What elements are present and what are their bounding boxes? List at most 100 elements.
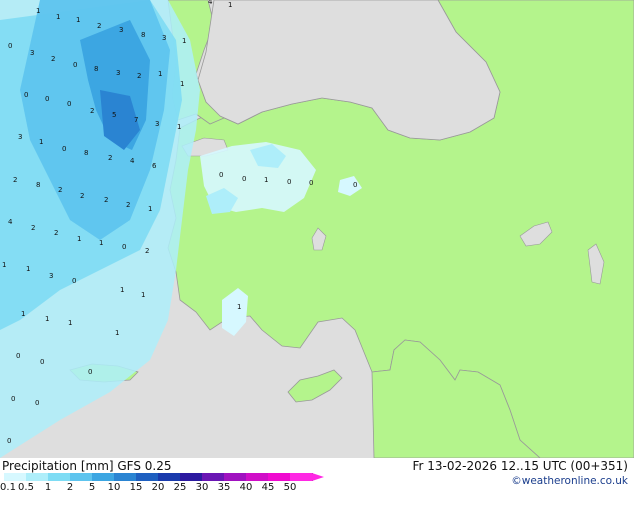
colorbar-tick-label: 40: [239, 482, 253, 493]
precip-value-label: 0: [62, 145, 66, 153]
precip-value-label: 4: [208, 0, 213, 6]
precip-value-label: 6: [152, 162, 157, 170]
forecast-datetime: Fr 13-02-2026 12..15 UTC (00+351): [412, 459, 628, 473]
precip-value-label: 1: [120, 286, 124, 294]
colorbar-segment: [48, 473, 71, 481]
precip-value-label: 5: [112, 111, 116, 119]
precip-value-label: 1: [21, 310, 25, 318]
precip-value-label: 1: [237, 303, 241, 311]
precip-value-label: 7: [134, 116, 138, 124]
precip-value-label: 1: [177, 123, 181, 131]
precip-value-label: 1: [264, 176, 268, 184]
precip-value-label: 1: [148, 205, 152, 213]
map-canvas: 1 1 1 2 3 8 3 1 4 1 0 3 2 0 8 3 2 1 1 0 0 0 2 5 7 3 1 3 1 0 8 2 4 6 2 8 2 2 2 2…: [0, 0, 634, 458]
precip-value-label: 0: [72, 277, 76, 285]
colorbar-tick-label: 10: [107, 482, 121, 493]
precip-value-label: 0: [287, 178, 291, 186]
colorbar-tick-label: 1: [44, 482, 52, 493]
colorbar-tick-label: 25: [173, 482, 187, 493]
precip-value-label: 0: [353, 181, 357, 189]
colorbar-tick-label: 0.1: [0, 482, 16, 493]
precip-value-label: 1: [36, 7, 40, 15]
precip-value-label: 1: [99, 239, 103, 247]
precip-value-label: 2: [58, 186, 62, 194]
precip-value-label: 8: [94, 65, 98, 73]
precip-value-label: 8: [141, 31, 145, 39]
precip-value-label: 2: [108, 154, 112, 162]
colorbar-tick-label: 35: [217, 482, 231, 493]
precip-value-label: 0: [35, 399, 39, 407]
precip-value-label: 3: [49, 272, 53, 280]
colorbar-segment: [246, 473, 269, 481]
precip-value-label: 8: [36, 181, 40, 189]
precip-value-label: 3: [119, 26, 123, 34]
precip-value-label: 2: [51, 55, 55, 63]
colorbar-segment: [26, 473, 49, 481]
precip-value-label: 0: [24, 91, 28, 99]
colorbar-segment: [136, 473, 159, 481]
precip-value-label: 3: [30, 49, 34, 57]
colorbar-segment: [114, 473, 137, 481]
precip-value-label: 1: [182, 37, 186, 45]
precip-value-label: 1: [228, 1, 232, 9]
precip-value-label: 1: [76, 16, 80, 24]
colorbar-segment: [70, 473, 93, 481]
precip-value-label: 2: [13, 176, 17, 184]
colorbar-tick-label: 2: [66, 482, 74, 493]
precip-value-label: 0: [309, 179, 313, 187]
colorbar-segment: [202, 473, 225, 481]
precip-value-label: 3: [116, 69, 120, 77]
precip-value-label: 2: [31, 224, 35, 232]
precip-value-label: 0: [7, 437, 11, 445]
colorbar-segment: [290, 473, 313, 481]
precipitation-map: 1 1 1 2 3 8 3 1 4 1 0 3 2 0 8 3 2 1 1 0 0 0 2 5 7 3 1 3 1 0 8 2 4 6 2 8 2 2 2 2…: [0, 0, 634, 458]
precip-value-label: 0: [8, 42, 12, 50]
precip-value-label: 1: [2, 261, 6, 269]
precip-value-label: 2: [97, 22, 101, 30]
map-footer: Precipitation [mm] GFS 0.25 Fr 13-02-202…: [0, 458, 634, 493]
precip-value-label: 2: [54, 229, 58, 237]
precip-value-label: 1: [68, 319, 72, 327]
precip-value-label: 0: [242, 175, 246, 183]
colorbar-tick-label: 50: [283, 482, 297, 493]
precip-value-label: 3: [18, 133, 22, 141]
colorbar-tick-label: 15: [129, 482, 143, 493]
precip-value-label: 2: [126, 201, 130, 209]
precip-value-label: 2: [137, 72, 141, 80]
precip-value-label: 3: [155, 120, 159, 128]
colorbar-tick-label: 45: [261, 482, 275, 493]
precip-value-label: 0: [67, 100, 71, 108]
precip-value-label: 0: [11, 395, 15, 403]
precip-value-label: 4: [130, 157, 135, 165]
precip-value-label: 0: [73, 61, 77, 69]
precip-value-label: 2: [145, 247, 149, 255]
precip-value-label: 1: [180, 80, 184, 88]
precip-value-label: 3: [162, 34, 166, 42]
colorbar-segment: [4, 473, 27, 481]
precip-value-label: 1: [26, 265, 30, 273]
precip-value-label: 8: [84, 149, 88, 157]
precip-value-label: 0: [40, 358, 44, 366]
precip-value-label: 0: [45, 95, 49, 103]
precip-value-label: 0: [16, 352, 20, 360]
precip-value-label: 1: [45, 315, 49, 323]
precip-value-label: 4: [8, 218, 13, 226]
precip-colorbar: 0.1 0.5 1 2 5 10 15 20 25 30 35 40 45 50: [0, 473, 326, 507]
precip-value-label: 1: [115, 329, 119, 337]
colorbar-segment: [180, 473, 203, 481]
precip-value-label: 1: [158, 70, 162, 78]
precip-value-label: 1: [56, 13, 60, 21]
colorbar-tick-label: 30: [195, 482, 209, 493]
colorbar-tick-label: 20: [151, 482, 165, 493]
precip-value-label: 1: [39, 138, 43, 146]
colorbar-segment: [92, 473, 115, 481]
precip-value-label: 2: [90, 107, 94, 115]
colorbar-tick-label: 5: [88, 482, 96, 493]
precip-value-label: 2: [80, 192, 84, 200]
precip-value-label: 0: [88, 368, 92, 376]
precip-value-label: 0: [219, 171, 223, 179]
precip-value-label: 1: [77, 235, 81, 243]
colorbar-arrow: [312, 473, 324, 481]
credit-link[interactable]: ©weatheronline.co.uk: [511, 475, 628, 487]
precip-value-label: 1: [141, 291, 145, 299]
